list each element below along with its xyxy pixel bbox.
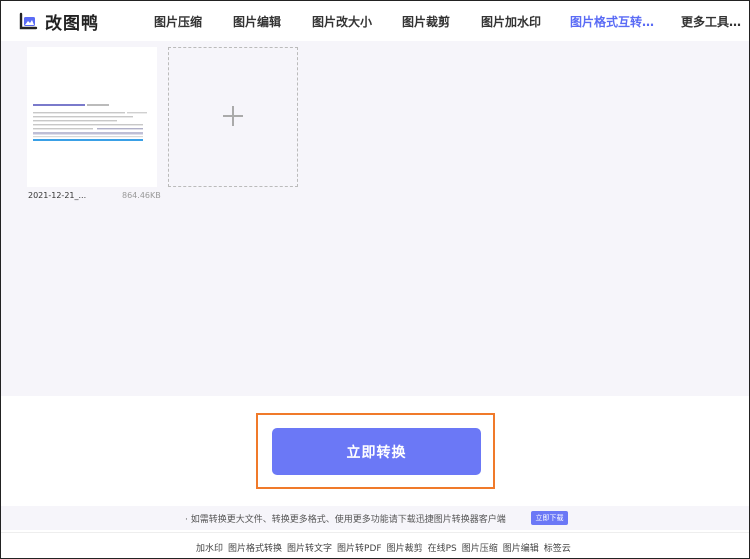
nav-item-resize[interactable]: 图片改大小 — [312, 13, 372, 30]
footer-link[interactable]: 标签云 — [544, 541, 571, 554]
footer: 加水印 图片格式转换 图片转文字 图片转PDF 图片裁剪 在线PS 图片压缩 图… — [1, 532, 749, 558]
footer-link[interactable]: 加水印 — [196, 541, 223, 554]
nav-item-compress[interactable]: 图片压缩 — [154, 13, 202, 30]
upload-workspace — [1, 41, 749, 396]
convert-now-button[interactable]: 立即转换 — [272, 428, 481, 475]
footer-links: 加水印 图片格式转换 图片转文字 图片转PDF 图片裁剪 在线PS 图片压缩 图… — [196, 541, 571, 554]
footer-link[interactable]: 在线PS — [428, 541, 457, 554]
notice-text: · 如需转换更大文件、转换更多格式、使用更多功能请下载迅捷图片转换器客户端 — [185, 515, 506, 525]
download-notice-bar: · 如需转换更大文件、转换更多格式、使用更多功能请下载迅捷图片转换器客户端 立即… — [1, 506, 749, 530]
logo-icon — [19, 12, 38, 29]
nav-item-watermark[interactable]: 图片加水印 — [481, 13, 541, 30]
file-name: 2021-12-21_... — [28, 191, 87, 200]
nav-item-more-tools[interactable]: 更多工具… — [681, 13, 741, 30]
footer-link[interactable]: 图片编辑 — [503, 541, 539, 554]
nav-item-crop[interactable]: 图片裁剪 — [402, 13, 450, 30]
footer-link[interactable]: 图片压缩 — [462, 541, 498, 554]
document-preview-image — [27, 47, 157, 187]
footer-link[interactable]: 图片裁剪 — [387, 541, 423, 554]
footer-link[interactable]: 图片格式转换 — [228, 541, 282, 554]
file-thumbnail-card[interactable] — [27, 47, 157, 187]
top-header: 改图鸭 图片压缩 图片编辑 图片改大小 图片裁剪 图片加水印 图片格式互转… 更… — [1, 1, 749, 41]
logo-text: 改图鸭 — [45, 14, 99, 34]
footer-link[interactable]: 图片转文字 — [287, 541, 332, 554]
file-size: 864.46KB — [122, 191, 161, 200]
download-now-button[interactable]: 立即下载 — [531, 511, 568, 525]
plus-icon — [223, 106, 243, 126]
nav-item-edit[interactable]: 图片编辑 — [233, 13, 281, 30]
footer-link[interactable]: 图片转PDF — [337, 541, 382, 554]
add-file-box[interactable] — [168, 47, 298, 187]
logo[interactable]: 改图鸭 — [17, 9, 99, 34]
nav-item-format-convert[interactable]: 图片格式互转… — [570, 13, 654, 30]
